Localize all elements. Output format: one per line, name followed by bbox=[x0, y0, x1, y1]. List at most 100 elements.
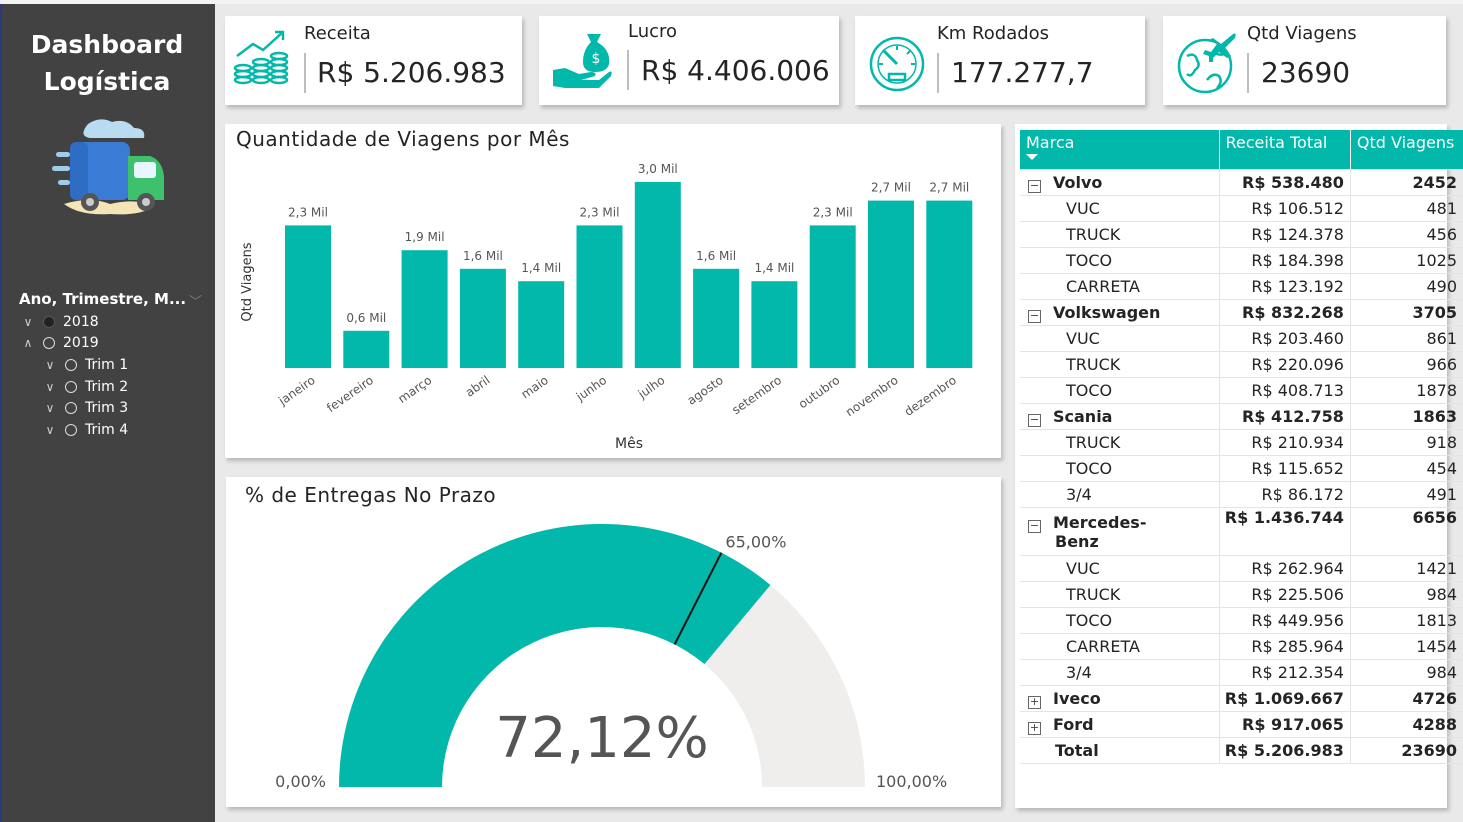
x-tick-label: julho bbox=[635, 373, 668, 402]
kpi-label: Km Rodados bbox=[937, 23, 1050, 44]
sort-arrow-icon bbox=[1026, 154, 1038, 160]
receita-cell: R$ 106.512 bbox=[1219, 195, 1351, 222]
marca-cell: CARRETA bbox=[1020, 633, 1220, 660]
bar-janeiro[interactable] bbox=[285, 225, 331, 368]
matrix-total-row[interactable]: Total R$ 5.206.983 23690 bbox=[1020, 737, 1463, 764]
qtd-cell: 456 bbox=[1350, 221, 1463, 248]
chevron-down-icon[interactable]: ∨ bbox=[19, 315, 37, 329]
qtd-cell: 2452 bbox=[1350, 169, 1463, 196]
radio-icon[interactable] bbox=[43, 337, 55, 349]
chevron-up-icon[interactable]: ∧ bbox=[19, 336, 37, 350]
bar-dezembro[interactable] bbox=[926, 200, 973, 368]
kpi-card-km[interactable]: Km Rodados 177.277,7 bbox=[855, 16, 1145, 105]
receita-cell: R$ 203.460 bbox=[1219, 325, 1351, 352]
qtd-cell: 23690 bbox=[1350, 737, 1463, 764]
gauge-card[interactable]: % de Entregas No Prazo 65,00% 72,12% 0,00%… bbox=[226, 477, 1001, 807]
marca-cell: + Ford bbox=[1020, 711, 1220, 738]
matrix-brand-row[interactable]: + Iveco R$ 1.069.667 4726 bbox=[1020, 685, 1463, 712]
kpi-card-lucro[interactable]: $ Lucro R$ 4.406.006 bbox=[539, 16, 839, 105]
matrix-brand-row[interactable]: − Volkswagen R$ 832.268 3705 bbox=[1020, 299, 1463, 326]
slicer-quarter-3[interactable]: ∨ Trim 3 bbox=[41, 400, 129, 416]
qtd-cell: 491 bbox=[1350, 481, 1463, 508]
marca-label: 3/4 bbox=[1066, 485, 1092, 504]
receita-cell: R$ 538.480 bbox=[1219, 169, 1351, 196]
top-bar bbox=[0, 0, 1463, 4]
collapse-icon[interactable]: − bbox=[1028, 310, 1041, 323]
qtd-cell: 481 bbox=[1350, 195, 1463, 222]
matrix-sub-row: 3/4 R$ 212.354 984 bbox=[1020, 659, 1463, 686]
expand-icon[interactable]: + bbox=[1028, 722, 1041, 735]
receita-cell: R$ 408.713 bbox=[1219, 377, 1351, 404]
kpi-card-viagens[interactable]: Qtd Viagens 23690 bbox=[1163, 16, 1446, 105]
radio-selected-icon[interactable] bbox=[43, 316, 55, 328]
qtd-cell: 918 bbox=[1350, 429, 1463, 456]
chevron-down-icon[interactable]: ∨ bbox=[41, 380, 59, 394]
marca-cell: VUC bbox=[1020, 555, 1220, 582]
bar-junho[interactable] bbox=[576, 225, 623, 368]
data-label: 0,6 Mil bbox=[346, 311, 386, 325]
header-marca[interactable]: Marca bbox=[1020, 130, 1220, 170]
qtd-cell: 6656 bbox=[1350, 507, 1463, 556]
chevron-down-icon[interactable]: ﹀ bbox=[189, 291, 202, 310]
chevron-down-icon[interactable]: ∨ bbox=[41, 401, 59, 415]
marca-cell: TRUCK bbox=[1020, 581, 1220, 608]
marca-label: Volkswagen bbox=[1053, 303, 1161, 322]
sidebar: Dashboard Logística Ano, Trimestre, M...… bbox=[0, 4, 215, 822]
chevron-down-icon[interactable]: ∨ bbox=[41, 358, 59, 372]
matrix-brand-row[interactable]: + Ford R$ 917.065 4288 bbox=[1020, 711, 1463, 738]
marca-label: Volvo bbox=[1053, 173, 1103, 192]
data-label: 2,3 Mil bbox=[813, 205, 853, 219]
gauge-min-label: 0,00% bbox=[275, 772, 326, 791]
matrix-brand-row[interactable]: − Mercedes- Benz R$ 1.436.744 6656 bbox=[1020, 507, 1463, 556]
chevron-down-icon[interactable]: ∨ bbox=[41, 423, 59, 437]
gauge-chart: 65,00% 72,12% 0,00% 100,00% bbox=[275, 524, 947, 791]
qtd-cell: 454 bbox=[1350, 455, 1463, 482]
collapse-icon[interactable]: − bbox=[1028, 180, 1041, 193]
slicer-year-2019[interactable]: ∧ 2019 bbox=[19, 335, 99, 351]
bar-setembro[interactable] bbox=[751, 281, 798, 368]
header-qtd[interactable]: Qtd Viagens bbox=[1350, 130, 1463, 170]
dashboard-title: Dashboard Logística bbox=[2, 26, 212, 100]
bar-março[interactable] bbox=[401, 250, 448, 368]
receita-cell: R$ 832.268 bbox=[1219, 299, 1351, 326]
receita-cell: R$ 1.436.744 bbox=[1219, 507, 1351, 556]
data-label: 1,6 Mil bbox=[463, 249, 503, 263]
slicer-quarter-4[interactable]: ∨ Trim 4 bbox=[41, 422, 129, 438]
bar-novembro[interactable] bbox=[868, 200, 914, 368]
marca-cell: TOCO bbox=[1020, 607, 1220, 634]
radio-icon[interactable] bbox=[65, 402, 77, 414]
x-tick-label: agosto bbox=[685, 373, 726, 408]
radio-icon[interactable] bbox=[65, 381, 77, 393]
quarter-label: Trim 1 bbox=[85, 357, 129, 373]
marca-label: CARRETA bbox=[1066, 637, 1140, 656]
y-axis-label: Qtd Viagens bbox=[240, 242, 255, 321]
radio-icon[interactable] bbox=[65, 424, 77, 436]
bar-chart-card[interactable]: Quantidade de Viagens por Mês 2,3 Mil jan… bbox=[225, 124, 1001, 458]
kpi-card-receita[interactable]: Receita R$ 5.206.983 bbox=[225, 16, 522, 105]
matrix-brand-row[interactable]: − Volvo R$ 538.480 2452 bbox=[1020, 169, 1463, 196]
quarter-label: Trim 2 bbox=[85, 379, 129, 395]
collapse-icon[interactable]: − bbox=[1028, 414, 1041, 427]
expand-icon[interactable]: + bbox=[1028, 696, 1041, 709]
radio-icon[interactable] bbox=[65, 359, 77, 371]
bar-outubro[interactable] bbox=[809, 225, 856, 368]
header-receita[interactable]: Receita Total bbox=[1219, 130, 1351, 170]
slicer-year-2018[interactable]: ∨ 2018 bbox=[19, 314, 99, 330]
bar-julho[interactable] bbox=[634, 182, 681, 368]
matrix-sub-row: TRUCK R$ 220.096 966 bbox=[1020, 351, 1463, 378]
matrix-sub-row: CARRETA R$ 285.964 1454 bbox=[1020, 633, 1463, 660]
marca-label-cont: Benz bbox=[1055, 531, 1099, 551]
matrix-brand-row[interactable]: − Scania R$ 412.758 1863 bbox=[1020, 403, 1463, 430]
collapse-icon[interactable]: − bbox=[1028, 519, 1041, 533]
marca-cell: CARRETA bbox=[1020, 273, 1220, 300]
slicer-quarter-2[interactable]: ∨ Trim 2 bbox=[41, 379, 129, 395]
bar-abril[interactable] bbox=[459, 268, 506, 368]
header-label: Marca bbox=[1026, 133, 1075, 152]
bar-fevereiro[interactable] bbox=[343, 330, 390, 368]
slicer-quarter-1[interactable]: ∨ Trim 1 bbox=[41, 357, 129, 373]
bar-maio[interactable] bbox=[518, 281, 565, 368]
receita-cell: R$ 86.172 bbox=[1219, 481, 1351, 508]
matrix-sub-row: VUC R$ 106.512 481 bbox=[1020, 195, 1463, 222]
bar-agosto[interactable] bbox=[693, 268, 740, 368]
coins-growth-icon bbox=[233, 30, 289, 85]
